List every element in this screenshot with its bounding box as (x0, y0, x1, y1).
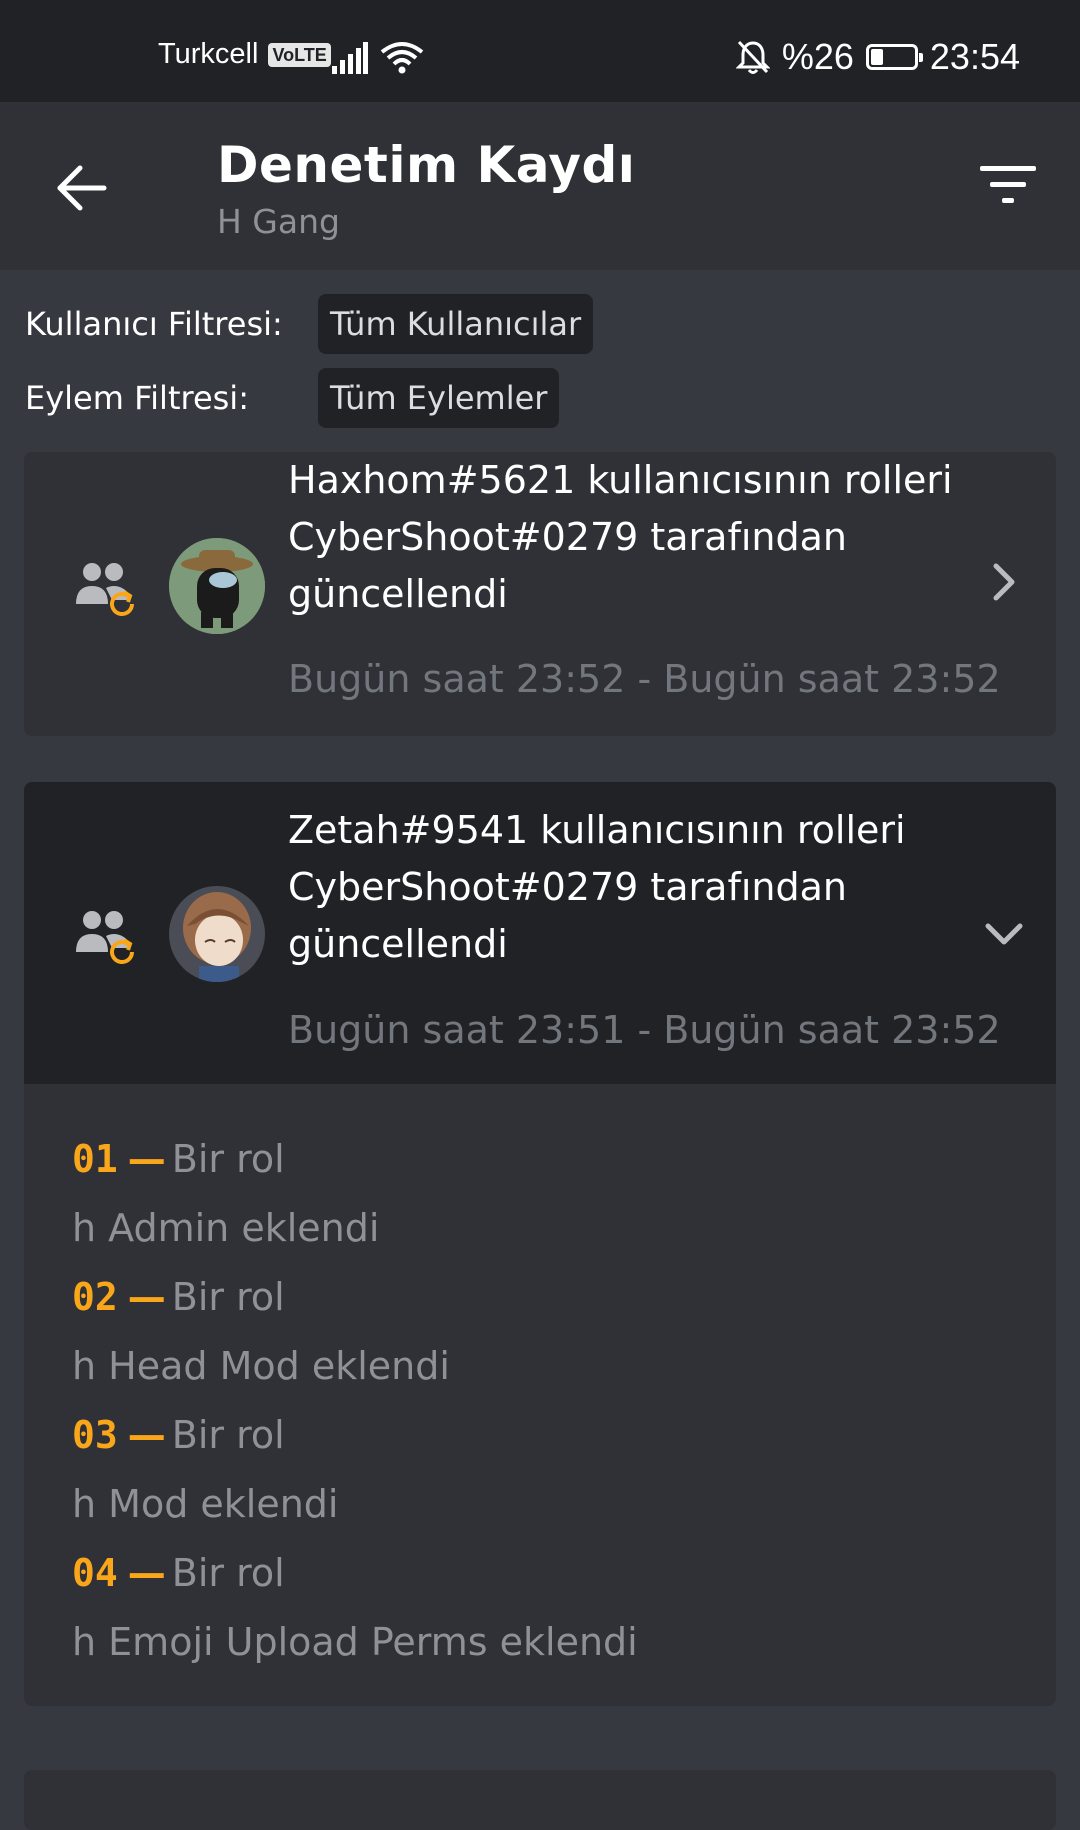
battery-icon (865, 44, 923, 70)
avatar (169, 886, 265, 982)
server-name: H Gang (217, 202, 340, 241)
entry-timestamp: Bugün saat 23:52 - Bugün saat 23:52 (288, 657, 1001, 701)
signal-icon (332, 42, 368, 74)
change-number: 01 (72, 1137, 118, 1181)
entry-title-line: Haxhom#5621 kullanıcısının rolleri (288, 458, 953, 502)
change-description: h Admin eklendi (72, 1206, 380, 1250)
change-number: 03 (72, 1413, 118, 1457)
change-header: 01— Bir rol (72, 1124, 1008, 1194)
entry-title: Zetah#9541 kullanıcısının rolleri CyberS… (288, 802, 968, 973)
page-title: Denetim Kaydı (217, 136, 636, 194)
carrier-name: Turkcell (158, 38, 259, 70)
change-header: 04— Bir rol (72, 1538, 1008, 1608)
change-dash: — (127, 1275, 166, 1319)
entry-title-line: CyberShoot#0279 tarafından (288, 515, 847, 559)
avatar (169, 538, 265, 634)
chevron-down-icon[interactable] (982, 912, 1026, 956)
volte-badge: VoLTE (268, 42, 331, 67)
entry-title-line: CyberShoot#0279 tarafından (288, 865, 847, 909)
battery-level (870, 49, 883, 65)
app-bar: Denetim Kaydı H Gang (0, 102, 1080, 270)
filter-icon[interactable] (978, 158, 1038, 214)
clock: 23:54 (929, 36, 1020, 77)
member-role-update-icon (76, 563, 134, 616)
avatar-image (169, 886, 265, 982)
audit-log-entry[interactable] (24, 1770, 1056, 1830)
member-role-update-icon (76, 911, 134, 964)
entry-title-line: güncellendi (288, 922, 508, 966)
change-header: 02— Bir rol (72, 1262, 1008, 1332)
user-filter-chip[interactable]: Tüm Kullanıcılar (318, 294, 594, 354)
back-arrow-icon[interactable] (52, 158, 112, 218)
entry-title: Haxhom#5621 kullanıcısının rolleri Cyber… (288, 452, 968, 623)
change-item: 02— Bir rol h Head Mod eklendi (72, 1262, 1008, 1400)
change-title: Bir rol (171, 1275, 285, 1319)
avatar-image (169, 538, 265, 634)
chevron-right-icon[interactable] (982, 560, 1026, 604)
audit-log-entry[interactable]: Haxhom#5621 kullanıcısının rolleri Cyber… (24, 452, 1056, 736)
change-title: Bir rol (171, 1413, 285, 1457)
wifi-icon (380, 42, 424, 74)
bell-off-icon (735, 40, 770, 74)
entry-timestamp: Bugün saat 23:51 - Bugün saat 23:52 (288, 1008, 1001, 1052)
change-number: 02 (72, 1275, 118, 1319)
entry-details: 01— Bir rol h Admin eklendi 02— Bir rol h … (24, 1084, 1056, 1706)
battery-percent: %26 (781, 36, 854, 77)
entry-title-line: Zetah#9541 kullanıcısının rolleri (288, 808, 906, 852)
action-filter-chip[interactable]: Tüm Eylemler (318, 368, 560, 428)
entry-title-line: güncellendi (288, 572, 508, 616)
change-title: Bir rol (171, 1551, 285, 1595)
user-filter-label: Kullanıcı Filtresi: (25, 305, 283, 343)
carrier-group: Turkcell VoLTE (158, 38, 331, 71)
audit-log-entry-expanded[interactable]: Zetah#9541 kullanıcısının rolleri CyberS… (24, 782, 1056, 1706)
connectivity-icons (332, 40, 424, 74)
filter-section: Kullanıcı Filtresi: Tüm Kullanıcılar Eyl… (0, 270, 1080, 450)
change-dash: — (127, 1413, 166, 1457)
change-number: 04 (72, 1551, 118, 1595)
status-bar: Turkcell VoLTE %26 23:54 (0, 0, 1080, 102)
change-header: 03— Bir rol (72, 1400, 1008, 1470)
change-item: 03— Bir rol h Mod eklendi (72, 1400, 1008, 1538)
status-right: %26 23:54 (735, 36, 1020, 78)
change-dash: — (127, 1551, 166, 1595)
change-item: 01— Bir rol h Admin eklendi (72, 1124, 1008, 1262)
change-description: h Emoji Upload Perms eklendi (72, 1620, 638, 1664)
change-description: h Mod eklendi (72, 1482, 339, 1526)
change-description: h Head Mod eklendi (72, 1344, 450, 1388)
action-filter-label: Eylem Filtresi: (25, 379, 249, 417)
change-dash: — (127, 1137, 166, 1181)
change-title: Bir rol (171, 1137, 285, 1181)
change-item: 04— Bir rol h Emoji Upload Perms eklendi (72, 1538, 1008, 1676)
entry-header[interactable]: Haxhom#5621 kullanıcısının rolleri Cyber… (24, 452, 1056, 736)
entry-header[interactable]: Zetah#9541 kullanıcısının rolleri CyberS… (24, 782, 1056, 1084)
